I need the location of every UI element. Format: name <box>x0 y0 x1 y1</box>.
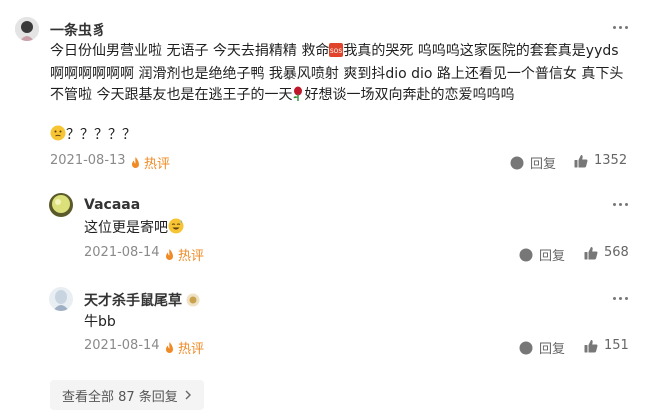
more-options-icon[interactable] <box>613 297 628 300</box>
fire-icon <box>132 156 139 168</box>
hot-label: 热评 <box>178 249 205 264</box>
hot-comment-badge: 热评 <box>164 245 204 264</box>
comment-text-part: 今日份仙男营业啦 无语子 今天去捐精精 救命 <box>50 43 330 59</box>
like-count: 1352 <box>594 153 628 168</box>
comment-text-part: ？？？？？ <box>66 127 136 143</box>
thumbs-up-icon <box>584 339 598 352</box>
like-button[interactable]: 568 <box>584 245 629 260</box>
reply-label: 回复 <box>539 342 566 357</box>
fire-icon <box>166 248 173 260</box>
like-count: 151 <box>604 338 629 353</box>
comment-bubble-icon <box>519 341 533 354</box>
comment-text-part: 这位更是寄吧 <box>84 220 168 236</box>
hot-comment-badge: 热评 <box>164 338 204 357</box>
comment-username[interactable]: Vacaaa <box>84 197 140 213</box>
reply-label: 回复 <box>539 249 566 264</box>
avatar-image <box>49 193 73 217</box>
like-count: 568 <box>604 245 629 260</box>
hot-label: 热评 <box>144 157 171 172</box>
view-all-replies-button[interactable]: 查看全部 87 条回复 <box>50 380 204 410</box>
sos-emoji-icon: SOS <box>329 43 344 64</box>
hot-comment-badge: 热评 <box>130 153 170 172</box>
comment-text-line-emoji: ？？？？？ <box>50 125 136 148</box>
comment-text-part: 好想谈一场双向奔赴的恋爱呜呜呜 <box>304 87 515 103</box>
rose-emoji-icon <box>292 86 304 108</box>
sweat-smile-emoji-icon <box>168 218 184 241</box>
fire-icon <box>166 341 173 353</box>
svg-text:SOS: SOS <box>330 48 343 55</box>
comment-text: 牛bb <box>84 314 116 330</box>
like-button[interactable]: 151 <box>584 338 629 353</box>
reply-button[interactable]: 回复 <box>519 245 565 264</box>
comment-date: 2021-08-13 <box>50 153 126 168</box>
reply-button[interactable]: 回复 <box>510 153 556 172</box>
thumbs-up-icon <box>574 154 588 167</box>
badge-icon <box>186 293 200 307</box>
comment-text: 这位更是寄吧 <box>84 218 184 241</box>
comment-username[interactable]: 一条虫豸 <box>50 20 106 40</box>
comment-text: 今日份仙男营业啦 无语子 今天去捐精精 救命 SOS 我真的哭死 呜呜呜这家医院的套… <box>50 41 630 108</box>
comment-username[interactable]: 天才杀手鼠尾草 <box>84 290 200 310</box>
hot-label: 热评 <box>178 342 205 357</box>
avatar-image <box>49 287 73 311</box>
avatar[interactable] <box>49 193 73 217</box>
avatar[interactable] <box>49 287 73 311</box>
comment-bubble-icon <box>519 248 533 261</box>
like-button[interactable]: 1352 <box>574 153 627 168</box>
view-all-label: 查看全部 87 条回复 <box>62 389 178 405</box>
thinking-emoji-icon <box>50 125 66 148</box>
avatar-image <box>15 17 39 41</box>
more-options-icon[interactable] <box>613 203 628 206</box>
thumbs-up-icon <box>584 246 598 259</box>
comment-bubble-icon <box>510 156 524 169</box>
more-options-icon[interactable] <box>613 26 628 29</box>
reply-label: 回复 <box>530 157 557 172</box>
username-text: 天才杀手鼠尾草 <box>84 293 182 309</box>
comment-date: 2021-08-14 <box>84 338 160 353</box>
reply-button[interactable]: 回复 <box>519 338 565 357</box>
avatar[interactable] <box>15 17 39 41</box>
comment-date: 2021-08-14 <box>84 245 160 260</box>
chevron-right-icon <box>185 390 191 400</box>
